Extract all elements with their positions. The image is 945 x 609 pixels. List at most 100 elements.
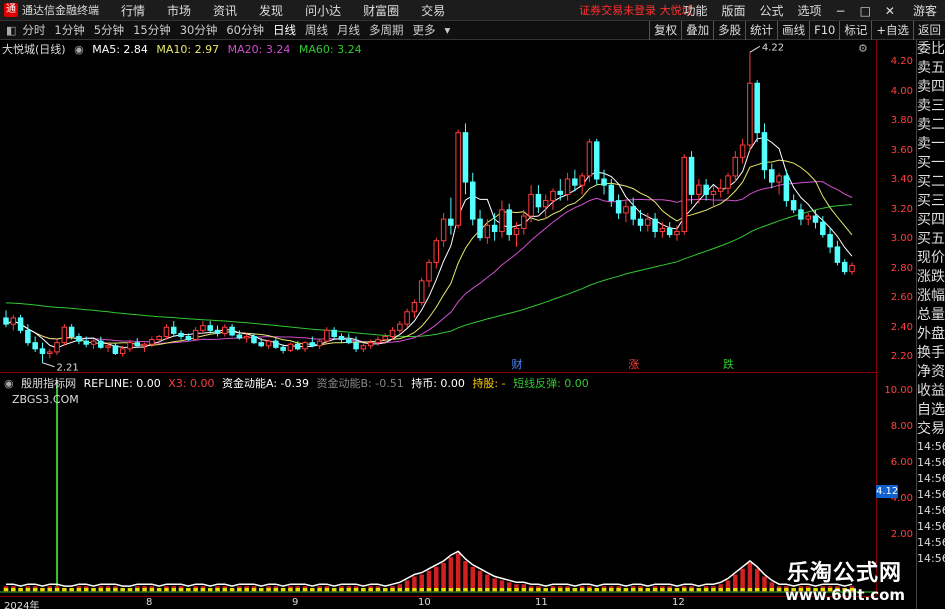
candle-body	[170, 326, 177, 334]
candle-body	[156, 335, 162, 341]
event-marker: 跌	[723, 357, 734, 371]
candle-body	[674, 230, 680, 236]
candle-body	[550, 190, 556, 202]
menu-news[interactable]: 资讯	[213, 2, 237, 19]
period-15min[interactable]: 15分钟	[133, 22, 171, 38]
price-tick: 2.60	[890, 292, 913, 303]
draw-line-button[interactable]: 画线	[777, 21, 809, 40]
label-bid4: 买四	[917, 212, 945, 228]
indicator-base-mark	[616, 588, 621, 591]
period-monthly[interactable]: 月线	[337, 22, 360, 38]
candle-body	[141, 343, 148, 347]
candle-body	[477, 218, 483, 239]
period-1min[interactable]: 1分钟	[54, 22, 84, 38]
indicator-base-mark	[747, 588, 753, 591]
rebound-label: 短线反弹: 0.00	[513, 377, 589, 390]
candlestick-chart[interactable]: 4.22 2.21 财 涨 跌	[0, 40, 876, 372]
indicator-base-mark	[506, 588, 512, 591]
tab-watchlist[interactable]: 自选	[917, 401, 945, 420]
maximize-icon[interactable]: □	[860, 4, 871, 18]
mark-button[interactable]: 标记	[839, 21, 871, 40]
period-5min[interactable]: 5分钟	[94, 22, 124, 38]
minimize-icon[interactable]: −	[836, 4, 846, 18]
indicator-base-mark	[200, 588, 206, 591]
candle-body	[426, 261, 432, 282]
indicator-base-mark	[368, 588, 373, 591]
indicator-base-mark	[492, 588, 497, 591]
candle-body	[601, 178, 607, 186]
indicator-name[interactable]: 殷朋指标网	[21, 377, 76, 390]
f10-button[interactable]: F10	[809, 21, 839, 40]
indicator-base-mark	[477, 588, 483, 591]
more-chevron-icon[interactable]: ▾	[444, 23, 450, 37]
menu-quotes[interactable]: 行情	[121, 2, 145, 19]
indicator-base-mark	[754, 588, 760, 591]
period-weekly[interactable]: 周线	[305, 22, 328, 38]
candle-body	[76, 335, 82, 342]
menu-formula[interactable]: 公式	[759, 2, 783, 19]
tick-time: 14:56	[917, 536, 945, 549]
label-bid-ratio: 委比	[917, 41, 945, 57]
candle-body	[717, 187, 724, 192]
menu-ask[interactable]: 问小达	[305, 2, 341, 19]
guest-user[interactable]: 游客	[913, 2, 937, 19]
indicator-base-mark	[660, 588, 665, 591]
indicator-chart[interactable]	[0, 373, 876, 596]
app-logo-icon: 通	[4, 3, 18, 17]
adjust-button[interactable]: 复权	[649, 21, 681, 40]
candle-body	[389, 329, 396, 337]
menu-trade[interactable]: 交易	[421, 2, 445, 19]
indicator-base-mark	[601, 588, 607, 591]
tick-time: 14:56	[917, 456, 945, 469]
multi-stock-button[interactable]: 多股	[713, 21, 745, 40]
period-multi[interactable]: 多周期	[369, 22, 404, 38]
candle-body	[798, 209, 804, 220]
pin-icon[interactable]: ◧	[6, 24, 16, 37]
period-60min[interactable]: 60分钟	[226, 22, 264, 38]
candle-body	[521, 215, 527, 229]
candle-body	[39, 348, 46, 354]
menu-options[interactable]: 选项	[798, 2, 822, 19]
candle-body	[462, 132, 469, 183]
candle-body	[207, 325, 213, 331]
indicator-dot-icon[interactable]: ◉	[4, 377, 14, 390]
indicator-base-mark	[47, 588, 53, 591]
candle-body	[280, 346, 286, 351]
add-watchlist-button[interactable]: +自选	[871, 21, 913, 40]
indicator-base-mark	[317, 588, 322, 591]
menubar-right: 功能 版面 公式 选项 − □ ✕ 游客	[669, 0, 945, 21]
candle-body	[776, 175, 782, 183]
label-bid1: 买一	[917, 155, 945, 171]
candle-body	[491, 224, 498, 232]
menu-market[interactable]: 市场	[167, 2, 191, 19]
ma10-label: MA10: 2.97	[156, 43, 220, 56]
candle-body	[666, 227, 673, 236]
indicator-base-mark	[609, 588, 614, 591]
candle-body	[3, 317, 9, 325]
menu-discover[interactable]: 发现	[259, 2, 283, 19]
tab-trade[interactable]: 交易	[917, 420, 945, 439]
time-axis: 2024年 8 9 10 11 12	[0, 596, 876, 609]
period-daily[interactable]: 日线	[273, 22, 296, 38]
close-icon[interactable]: ✕	[885, 4, 895, 18]
candle-body	[747, 82, 753, 146]
menu-wealth[interactable]: 财富圈	[363, 2, 399, 19]
period-30min[interactable]: 30分钟	[180, 22, 218, 38]
period-more[interactable]: 更多	[412, 22, 435, 38]
menu-function[interactable]: 功能	[683, 2, 707, 19]
back-button[interactable]: 返回	[913, 21, 945, 40]
overlay-button[interactable]: 叠加	[681, 21, 713, 40]
stock-name[interactable]: 大悦城(日线)	[2, 43, 66, 56]
chart-settings-icon[interactable]: ⚙	[858, 42, 868, 55]
candle-body	[119, 348, 126, 354]
candle-body	[688, 156, 695, 195]
menu-layout[interactable]: 版面	[721, 2, 745, 19]
watermark-url: www.60lt.com	[785, 586, 906, 604]
indicator-base-mark	[302, 588, 308, 591]
stats-button[interactable]: 统计	[745, 21, 777, 40]
settings-dot-icon[interactable]: ◉	[74, 43, 84, 56]
indicator-base-mark	[434, 588, 439, 591]
price-tick: 2.20	[890, 351, 913, 362]
event-marker: 财	[512, 357, 523, 371]
period-intraday[interactable]: 分时	[22, 22, 45, 38]
